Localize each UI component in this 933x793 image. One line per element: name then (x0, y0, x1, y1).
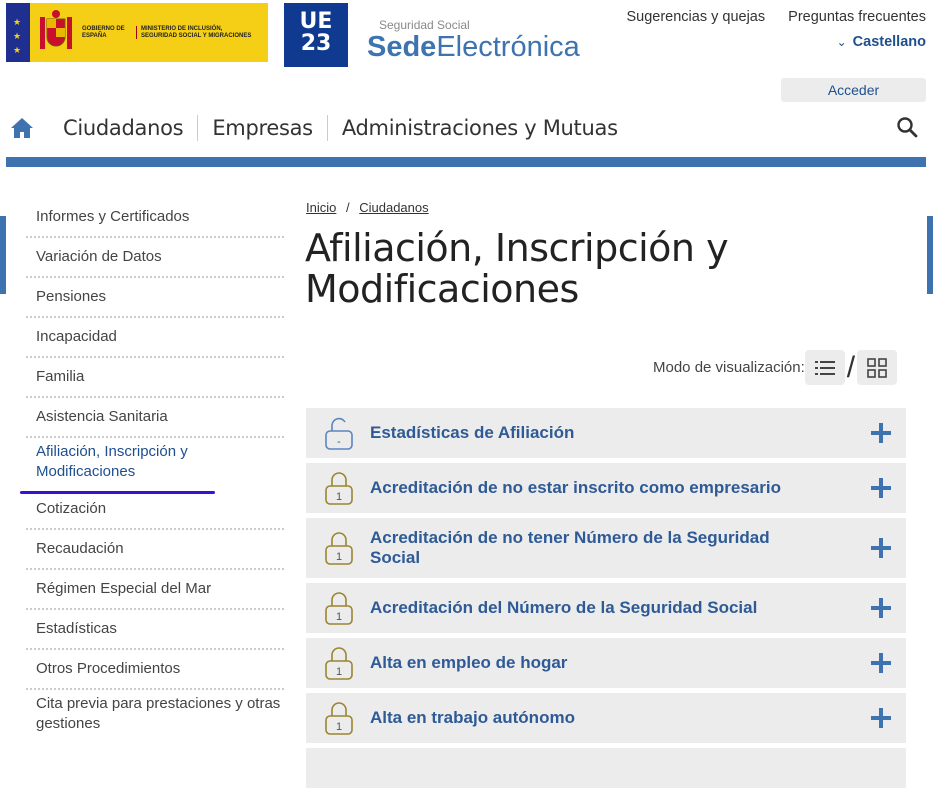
procedure-item[interactable]: - Estadísticas de Afiliación (306, 408, 906, 458)
government-text: GOBIERNO DE ESPAÑA (82, 26, 125, 39)
suggestions-link[interactable]: Sugerencias y quejas (626, 9, 765, 25)
page-title: Afiliación, Inscripción y Modificaciones (305, 226, 729, 311)
ue23-logo: UE 23 (284, 3, 348, 67)
list-view-button[interactable] (804, 350, 845, 385)
login-button[interactable]: Acceder (781, 78, 926, 102)
sede-electronica-logo[interactable]: Seguridad Social SedeElectrónica (367, 18, 580, 62)
eu-flag-icon: ★ ★ ★ (6, 3, 30, 62)
sede-subtitle: Seguridad Social (379, 18, 470, 32)
procedure-label: Acreditación del Número de la Seguridad … (370, 598, 758, 617)
grid-view-button[interactable] (857, 350, 898, 385)
nav-empresas[interactable]: Empresas (197, 115, 327, 141)
view-mode-label: Modo de visualización: (653, 359, 805, 376)
lock-icon: 1 (325, 647, 353, 680)
sidebar-item-otros[interactable]: Otros Procedimientos (26, 650, 284, 690)
breadcrumb-home[interactable]: Inicio (306, 200, 336, 215)
sidebar-item-estadisticas[interactable]: Estadísticas (26, 610, 284, 650)
sidebar-item-incapacidad[interactable]: Incapacidad (26, 318, 284, 358)
procedure-label: Alta en trabajo autónomo (370, 708, 575, 727)
sidebar-item-cotizacion[interactable]: Cotización (26, 490, 284, 530)
svg-text:1: 1 (336, 491, 342, 503)
grid-icon (867, 357, 887, 378)
lock-icon: 1 (325, 592, 353, 625)
plus-icon[interactable] (870, 652, 892, 674)
lock-icon: 1 (325, 472, 353, 505)
procedure-label: Estadísticas de Afiliación (370, 423, 575, 442)
nav-divider-bar (6, 157, 926, 167)
breadcrumb: Inicio / Ciudadanos (306, 200, 429, 215)
search-icon[interactable] (896, 116, 918, 138)
plus-icon[interactable] (870, 537, 892, 559)
language-selector[interactable]: ⌄ Castellano (837, 34, 926, 50)
procedure-item[interactable]: 1 Acreditación del Número de la Segurida… (306, 583, 906, 633)
sidebar-item-regimen-mar[interactable]: Régimen Especial del Mar (26, 570, 284, 610)
nav-ciudadanos[interactable]: Ciudadanos (49, 115, 197, 141)
svg-text:1: 1 (336, 551, 342, 563)
procedure-item[interactable] (306, 748, 906, 788)
sidebar-item-afiliacion[interactable]: Afiliación, Inscripción y Modificaciones (26, 438, 284, 486)
sidebar-item-recaudacion[interactable]: Recaudación (26, 530, 284, 570)
view-mode: Modo de visualización: / (653, 350, 898, 385)
nav-administraciones[interactable]: Administraciones y Mutuas (326, 115, 632, 141)
government-logo[interactable]: ★ ★ ★ GOBIERNO DE ESPAÑA MINISTERIO DE INC… (6, 3, 268, 62)
sidebar-item-cita-previa[interactable]: Cita previa para prestaciones y otras ge… (26, 690, 284, 738)
plus-icon[interactable] (870, 597, 892, 619)
sidebar-item-familia[interactable]: Familia (26, 358, 284, 398)
sidebar: Informes y Certificados Variación de Dat… (20, 198, 284, 738)
breadcrumb-ciudadanos[interactable]: Ciudadanos (359, 200, 428, 215)
procedure-label: Alta en empleo de hogar (370, 653, 568, 672)
sede-title: SedeElectrónica (367, 31, 580, 63)
plus-icon[interactable] (870, 477, 892, 499)
lock-icon: 1 (325, 702, 353, 735)
procedure-label: Acreditación de no estar inscrito como e… (370, 478, 781, 497)
list-icon (814, 360, 835, 375)
sidebar-item-informes[interactable]: Informes y Certificados (26, 198, 284, 238)
lock-open-icon: - (325, 417, 353, 450)
breadcrumb-separator: / (345, 200, 350, 215)
procedure-item[interactable]: 1 Acreditación de no tener Número de la … (306, 518, 906, 578)
faq-link[interactable]: Preguntas frecuentes (788, 9, 926, 25)
view-mode-separator: / (846, 351, 856, 384)
sidebar-item-asistencia[interactable]: Asistencia Sanitaria (26, 398, 284, 438)
procedure-item[interactable]: 1 Alta en empleo de hogar (306, 638, 906, 688)
chevron-down-icon: ⌄ (836, 35, 847, 49)
plus-icon[interactable] (870, 422, 892, 444)
ministry-text: MINISTERIO DE INCLUSIÓN, SEGURIDAD SOCIA… (136, 26, 254, 39)
home-icon[interactable] (10, 116, 34, 140)
svg-text:1: 1 (336, 611, 342, 623)
right-edge-marker (927, 216, 933, 294)
svg-text:1: 1 (336, 721, 342, 733)
plus-icon[interactable] (870, 707, 892, 729)
svg-text:1: 1 (336, 666, 342, 678)
procedure-list: - Estadísticas de Afiliación 1 Acreditac… (306, 408, 906, 793)
procedure-label: Acreditación de no tener Número de la Se… (370, 528, 770, 567)
main-nav: Ciudadanos Empresas Administraciones y M… (6, 108, 926, 148)
coat-of-arms-icon (40, 9, 72, 49)
procedure-item[interactable]: 1 Alta en trabajo autónomo (306, 693, 906, 743)
sidebar-item-variacion[interactable]: Variación de Datos (26, 238, 284, 278)
active-indicator (20, 491, 215, 494)
left-edge-marker (0, 216, 6, 294)
sidebar-item-pensiones[interactable]: Pensiones (26, 278, 284, 318)
procedure-item[interactable]: 1 Acreditación de no estar inscrito como… (306, 463, 906, 513)
top-links: Sugerencias y quejas Preguntas frecuente… (607, 9, 926, 25)
lock-icon: 1 (325, 532, 353, 565)
svg-text:-: - (337, 436, 341, 448)
